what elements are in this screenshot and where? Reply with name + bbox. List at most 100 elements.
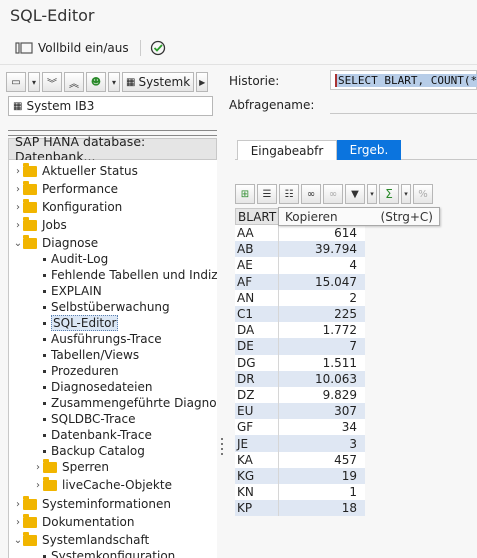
table-row[interactable]: JE 3: [235, 435, 365, 452]
cell-blart[interactable]: DR: [235, 370, 279, 387]
cell-count[interactable]: 7: [279, 338, 365, 354]
cell-count[interactable]: 3: [279, 435, 365, 451]
find-button[interactable]: ∞: [301, 184, 321, 204]
cell-blart[interactable]: KA: [235, 451, 279, 468]
table-row[interactable]: EU 307: [235, 403, 365, 420]
cell-blart[interactable]: AB: [235, 241, 279, 258]
cell-count[interactable]: 2: [279, 290, 365, 306]
sort-ascending-button[interactable]: ☰: [257, 184, 277, 204]
table-row[interactable]: DE 7: [235, 338, 365, 355]
table-row[interactable]: DZ 9.829: [235, 386, 365, 404]
column-header-blart[interactable]: BLART: [235, 208, 279, 225]
table-row[interactable]: KA 457: [235, 451, 365, 468]
cell-blart[interactable]: AE: [235, 257, 279, 274]
tree-node-performance[interactable]: › Performance: [13, 180, 118, 197]
cell-count[interactable]: 1: [279, 484, 365, 500]
cell-count[interactable]: 39.794: [279, 241, 365, 257]
cell-count[interactable]: 614: [279, 225, 365, 241]
table-row[interactable]: KG 19: [235, 467, 365, 484]
cell-count[interactable]: 18: [279, 500, 365, 516]
tree-node-sql-editor[interactable]: SQL-Editor: [43, 315, 119, 331]
tree-node-prozeduren[interactable]: Prozeduren: [43, 363, 119, 379]
table-row[interactable]: AA 614: [235, 225, 365, 242]
chevron-right-icon[interactable]: ›: [13, 220, 23, 231]
history-sql-field[interactable]: SELECT BLART, COUNT(*: [330, 70, 477, 90]
cell-blart[interactable]: KN: [235, 484, 279, 501]
cell-blart[interactable]: DE: [235, 338, 279, 355]
filter-button[interactable]: ▼: [345, 184, 365, 204]
cell-blart[interactable]: C1: [235, 305, 279, 323]
table-row[interactable]: DG 1.511: [235, 354, 365, 371]
layout-dropdown-button[interactable]: ▾: [28, 72, 40, 92]
table-row[interactable]: AB 39.794: [235, 241, 365, 258]
collapse-all-button[interactable]: ︽: [64, 72, 84, 92]
tree-node-aktueller-status[interactable]: › Aktueller Status: [13, 162, 138, 179]
cell-count[interactable]: 225: [279, 306, 365, 322]
execute-button[interactable]: [148, 37, 168, 59]
cell-count[interactable]: 307: [279, 403, 365, 419]
chevron-down-icon[interactable]: ⌄: [13, 535, 23, 546]
tree-node-jobs[interactable]: › Jobs: [13, 216, 67, 233]
subtotal-button[interactable]: %: [413, 184, 433, 204]
cell-blart[interactable]: DA: [235, 322, 279, 339]
table-row[interactable]: AN 2: [235, 289, 365, 306]
query-name-field[interactable]: [330, 94, 477, 114]
expand-all-button[interactable]: ︾: [42, 72, 62, 92]
cell-blart[interactable]: KP: [235, 500, 279, 517]
tree-node-selbstueberwachung[interactable]: Selbstüberwachung: [43, 299, 170, 315]
cell-count[interactable]: 34: [279, 419, 365, 435]
table-row[interactable]: KP 18: [235, 500, 365, 517]
cell-count[interactable]: 15.047: [279, 274, 365, 290]
cell-count[interactable]: 4: [279, 257, 365, 273]
find-next-button[interactable]: ∞: [323, 184, 343, 204]
cell-count[interactable]: 457: [279, 452, 365, 468]
cell-blart[interactable]: AN: [235, 289, 279, 306]
table-row[interactable]: C1 225: [235, 305, 365, 323]
tree-node-systeminformationen[interactable]: › Systeminformationen: [13, 495, 171, 512]
cell-blart[interactable]: AA: [235, 225, 279, 242]
tree-node-sqldbc-trace[interactable]: SQLDBC-Trace: [43, 411, 135, 427]
tree-node-datenbank-trace[interactable]: Datenbank-Trace: [43, 427, 152, 443]
chevron-down-icon[interactable]: ⌄: [13, 238, 23, 249]
tree-node-zusammengefuehrte-diagnosedateien[interactable]: Zusammengeführte Diagnosedateien: [43, 395, 217, 411]
chevron-right-icon[interactable]: ›: [13, 499, 23, 510]
cell-count[interactable]: 19: [279, 468, 365, 484]
cell-blart[interactable]: GF: [235, 419, 279, 436]
tree-node-ausfuehrungs-trace[interactable]: Ausführungs-Trace: [43, 331, 162, 347]
tree-node-audit-log[interactable]: Audit-Log: [43, 251, 108, 267]
cell-blart[interactable]: EU: [235, 403, 279, 420]
tree-node-explain[interactable]: EXPLAIN: [43, 283, 102, 299]
tree-node-sperren[interactable]: › Sperren: [33, 458, 109, 475]
tab-input[interactable]: Eingabeabfr: [237, 140, 337, 160]
toolbar-overflow-button[interactable]: ▶: [196, 72, 209, 92]
tree-node-diagnosedateien[interactable]: Diagnosedateien: [43, 379, 153, 395]
tree-node-dokumentation[interactable]: › Dokumentation: [13, 513, 135, 530]
table-row[interactable]: AF 15.047: [235, 273, 365, 290]
layout-button[interactable]: ▭: [6, 72, 26, 92]
tree-node-systemkonfiguration[interactable]: Systemkonfiguration: [43, 548, 175, 558]
user-button[interactable]: ☻: [86, 72, 106, 92]
fullscreen-button[interactable]: Vollbild ein/aus: [14, 37, 129, 59]
table-row[interactable]: KN 1: [235, 484, 365, 501]
sum-button[interactable]: Σ: [379, 184, 399, 204]
table-row[interactable]: GF 34: [235, 419, 365, 436]
cell-count[interactable]: 1.511: [279, 355, 365, 371]
user-dropdown-button[interactable]: ▾: [108, 72, 120, 92]
tree-node-livecache-objekte[interactable]: › liveCache-Objekte: [33, 476, 172, 493]
cell-count[interactable]: 10.063: [279, 371, 365, 387]
details-button[interactable]: ⊞: [235, 184, 255, 204]
tree-node-konfiguration[interactable]: › Konfiguration: [13, 198, 122, 215]
table-row[interactable]: DR 10.063: [235, 370, 365, 387]
cell-blart[interactable]: DG: [235, 354, 279, 371]
tab-result[interactable]: Ergeb.: [337, 140, 401, 160]
chevron-right-icon[interactable]: ›: [33, 480, 43, 491]
system-dropdown[interactable]: ▦ Systemk: [122, 72, 195, 92]
cell-blart[interactable]: AF: [235, 273, 279, 290]
vertical-splitter[interactable]: [217, 68, 227, 558]
cell-count[interactable]: 1.772: [279, 322, 365, 338]
sum-dropdown-button[interactable]: ▾: [401, 184, 411, 204]
system-selector[interactable]: ▦ System IB3: [8, 96, 213, 116]
table-row[interactable]: DA 1.772: [235, 322, 365, 339]
chevron-right-icon[interactable]: ›: [13, 184, 23, 195]
tree-node-backup-catalog[interactable]: Backup Catalog: [43, 443, 145, 459]
